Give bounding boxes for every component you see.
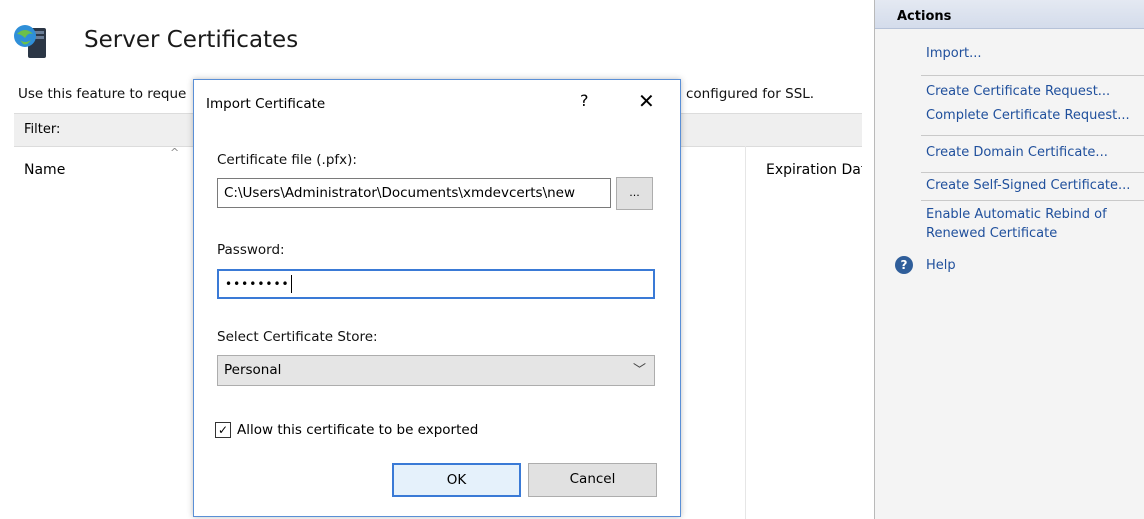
column-header-name[interactable]: Name — [24, 162, 65, 178]
actions-divider — [921, 75, 1144, 76]
action-enable-automatic-rebind-line2[interactable]: Renewed Certificate — [926, 226, 1057, 241]
certificate-store-label: Select Certificate Store: — [217, 329, 378, 345]
text-caret — [290, 275, 292, 293]
actions-divider — [921, 172, 1144, 173]
action-create-domain-certificate[interactable]: Create Domain Certificate... — [926, 145, 1108, 160]
action-import[interactable]: Import... — [926, 46, 982, 61]
action-enable-automatic-rebind[interactable]: Enable Automatic Rebind of — [926, 207, 1107, 222]
feature-description: Use this feature to reque — [18, 86, 187, 102]
action-complete-certificate-request[interactable]: Complete Certificate Request... — [926, 108, 1130, 123]
cancel-button[interactable]: Cancel — [528, 463, 657, 497]
password-value: •••••••• — [225, 277, 290, 291]
actions-divider — [921, 135, 1144, 136]
ok-button[interactable]: OK — [392, 463, 521, 497]
dialog-title: Import Certificate — [206, 96, 326, 112]
filter-label: Filter: — [24, 122, 61, 137]
close-icon[interactable]: ✕ — [638, 89, 655, 113]
actions-header: Actions — [875, 0, 1144, 29]
certificate-file-input[interactable]: C:\Users\Administrator\Documents\xmdevce… — [217, 178, 611, 208]
import-certificate-dialog: Import Certificate ? ✕ Certificate file … — [193, 79, 681, 517]
certificate-store-value: Personal — [224, 362, 282, 378]
actions-pane: Actions Import... Create Certificate Req… — [874, 0, 1144, 519]
certificate-store-select[interactable]: Personal ﹀ — [217, 355, 655, 386]
actions-title: Actions — [897, 9, 952, 24]
action-create-certificate-request[interactable]: Create Certificate Request... — [926, 84, 1110, 99]
help-question-icon[interactable]: ? — [580, 91, 589, 110]
allow-export-checkbox[interactable]: ✓ — [215, 422, 231, 438]
certificate-file-label: Certificate file (.pfx): — [217, 152, 357, 168]
password-input[interactable]: •••••••• — [217, 269, 655, 299]
feature-description-end: configured for SSL. — [686, 86, 815, 102]
column-header-expiration-date[interactable]: Expiration Date — [766, 162, 862, 178]
actions-divider — [921, 200, 1144, 201]
action-help[interactable]: Help — [926, 258, 956, 273]
allow-export-label[interactable]: Allow this certificate to be exported — [237, 422, 478, 438]
page-title: Server Certificates — [84, 27, 299, 53]
action-create-self-signed-certificate[interactable]: Create Self-Signed Certificate... — [926, 178, 1130, 193]
sort-ascending-icon: ^ — [170, 146, 180, 159]
password-label: Password: — [217, 242, 285, 258]
browse-button[interactable]: ... — [616, 177, 653, 210]
certificate-file-value: C:\Users\Administrator\Documents\xmdevce… — [224, 185, 576, 201]
column-divider — [745, 146, 746, 519]
server-certificates-icon — [14, 25, 46, 58]
help-icon[interactable]: ? — [895, 256, 913, 274]
chevron-down-icon: ﹀ — [632, 363, 646, 378]
